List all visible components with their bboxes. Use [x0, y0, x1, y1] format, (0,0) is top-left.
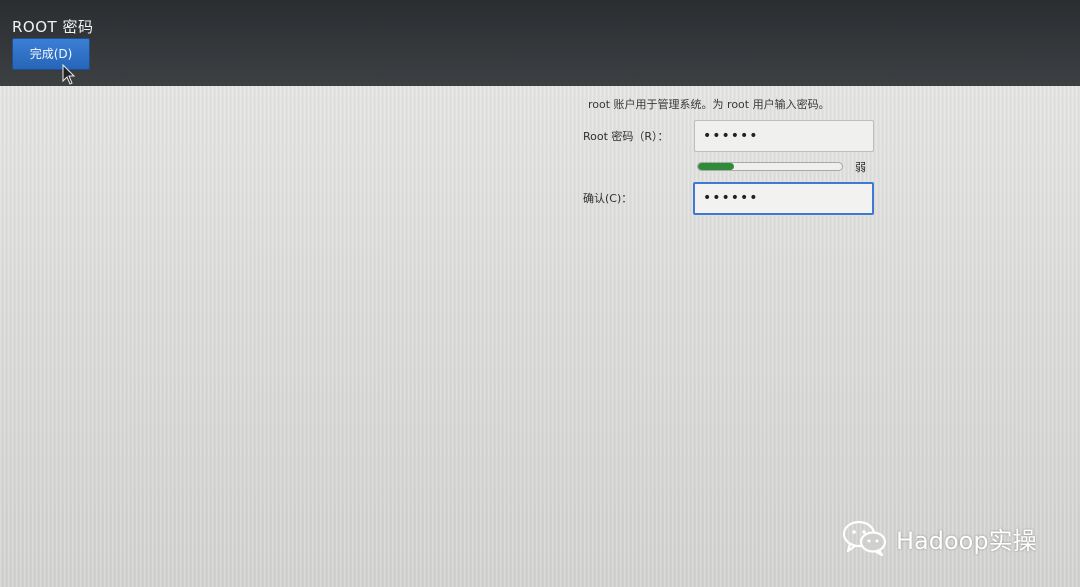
- wechat-icon: [842, 520, 887, 556]
- password-strength-fill: [698, 163, 734, 170]
- password-strength-bar: [697, 162, 843, 171]
- page-title: ROOT 密码: [12, 18, 94, 36]
- password-strength-text: 弱: [855, 161, 866, 174]
- watermark-text: Hadoop实操: [896, 526, 1037, 555]
- done-button[interactable]: 完成(D): [12, 38, 90, 70]
- confirm-password-field[interactable]: ••••••: [693, 182, 874, 215]
- header-bar: ROOT 密码 完成(D): [0, 0, 1080, 86]
- root-password-label: Root 密码（R）：: [583, 130, 669, 143]
- confirm-password-label: 确认(C)：: [583, 192, 633, 205]
- content-area: [0, 86, 1080, 587]
- root-password-field[interactable]: ••••••: [694, 120, 874, 152]
- description-text: root 账户用于管理系统。为 root 用户输入密码。: [588, 98, 830, 111]
- watermark: Hadoop实操: [842, 520, 1037, 556]
- mouse-cursor-icon: [62, 64, 76, 85]
